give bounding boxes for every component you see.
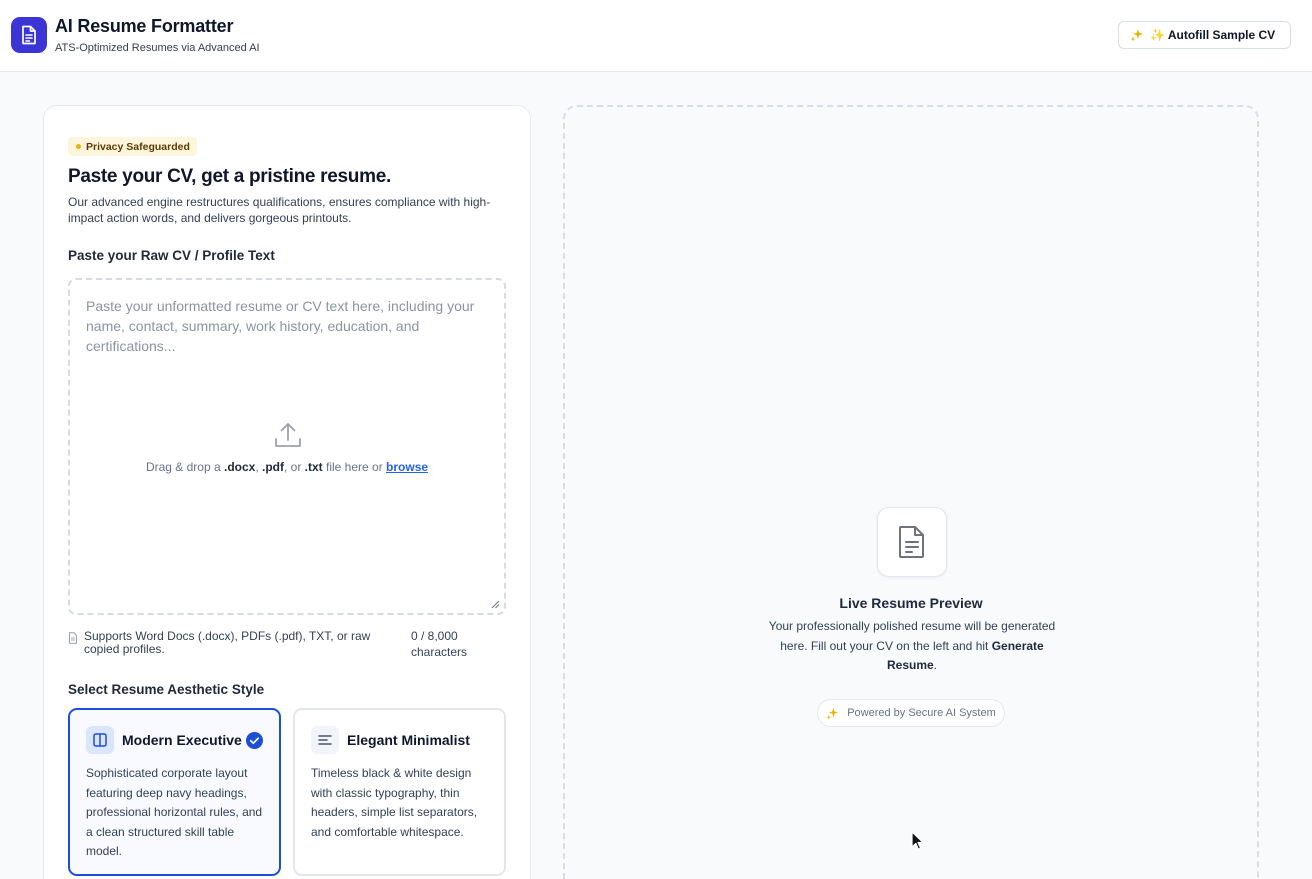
document-icon [22,25,36,45]
ext-docx: .docx [223,460,256,474]
app-subtitle: ATS-Optimized Resumes via Advanced AI [55,42,260,54]
file-icon [69,632,77,644]
supported-formats-note: Supports Word Docs (.docx), PDFs (.pdf),… [68,630,398,656]
style-title: Modern Executive [122,732,242,748]
status-dot [76,144,81,149]
powered-by-text: Powered by Secure AI System [847,707,996,719]
autofill-sample-button[interactable]: ✨ Autofill Sample CV [1118,21,1291,49]
page-description: Our advanced engine restructures qualifi… [68,195,491,225]
drop-instructions: Drag & drop a .docx, .pdf, or .txt file … [70,460,504,474]
style-description: Timeless black & white design with class… [311,766,478,839]
resize-handle-icon[interactable] [491,600,500,609]
powered-by-badge: Powered by Secure AI System [817,699,1005,727]
drop-sep-2: , or [284,460,305,474]
app-logo [11,17,47,53]
preview-document-tile [877,507,947,577]
ext-pdf: .pdf [262,460,284,474]
style-option-elegant-minimalist[interactable]: Elegant Minimalist Timeless black & whit… [293,708,506,876]
sparkles-icon [1130,29,1143,42]
drop-text-prefix: Drag & drop a [145,460,224,474]
style-section-label: Select Resume Aesthetic Style [68,682,265,697]
style-option-modern-executive[interactable]: Modern Executive Sophisticated corporate… [68,708,281,876]
style-icon-container [86,726,114,754]
style-description: Sophisticated corporate layout featuring… [86,766,263,858]
style-icon-container [311,726,339,754]
document-icon [899,526,924,558]
ext-txt: .txt [304,460,323,474]
supported-formats-text: Supports Word Docs (.docx), PDFs (.pdf),… [84,629,371,656]
privacy-badge-label: Privacy Safeguarded [86,140,190,153]
drop-text-middle: file here or [322,460,387,474]
cv-input-card: Privacy Safeguarded Paste your CV, get a… [43,105,531,879]
columns-icon [93,733,107,747]
mouse-cursor-icon [911,831,924,850]
align-left-icon [318,735,332,745]
drop-sep-1: , [255,460,262,474]
preview-desc-suffix: . [933,658,938,672]
character-count: 0 / 8,000 characters [411,629,468,659]
app-title: AI Resume Formatter [55,16,234,36]
preview-title: Live Resume Preview [839,595,983,611]
autofill-label: ✨ Autofill Sample CV [1150,28,1276,42]
resume-preview-panel: Live Resume Preview Your professionally … [563,105,1259,879]
cv-dropzone[interactable]: Drag & drop a .docx, .pdf, or .txt file … [68,278,506,615]
check-circle-icon [246,732,263,749]
top-header: AI Resume Formatter ATS-Optimized Resume… [0,0,1312,72]
browse-link[interactable]: browse [386,460,428,474]
upload-icon [275,423,301,447]
preview-description: Your professionally polished resume will… [754,617,1070,676]
page-heading: Paste your CV, get a pristine resume. [68,166,391,187]
cv-field-label: Paste your Raw CV / Profile Text [68,248,275,263]
sparkles-icon [826,707,839,720]
privacy-badge: Privacy Safeguarded [68,137,197,156]
style-title: Elegant Minimalist [347,732,470,748]
